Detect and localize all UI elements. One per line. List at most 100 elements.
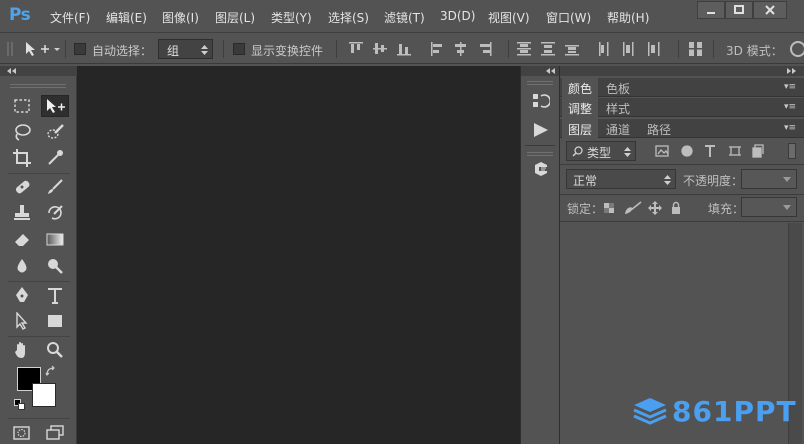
type-tool[interactable] — [44, 284, 66, 306]
path-select-icon — [16, 312, 28, 330]
crop-tool[interactable] — [11, 147, 33, 169]
collapse-arrows-icon[interactable] — [786, 68, 798, 74]
lock-icons[interactable] — [604, 201, 684, 215]
tab-color[interactable]: 颜色 — [562, 78, 599, 97]
path-selection-tool[interactable] — [11, 310, 33, 332]
separator — [678, 40, 679, 58]
blend-mode-dropdown[interactable]: 正常 — [566, 169, 676, 189]
menu-window[interactable]: 窗口(W) — [546, 9, 591, 26]
layer-filter-dropdown[interactable]: 类型 — [566, 141, 636, 161]
separator — [508, 40, 509, 58]
blur-tool[interactable] — [11, 255, 33, 277]
spinner-arrows-icon — [664, 175, 671, 185]
quick-mask-button[interactable] — [11, 422, 33, 444]
menu-filter[interactable]: 滤镜(T) — [384, 9, 425, 26]
eraser-icon — [15, 234, 29, 246]
gradient-tool[interactable] — [44, 228, 66, 250]
menu-view[interactable]: 视图(V) — [488, 9, 530, 26]
panel-menu-icon[interactable]: ▾≡ — [784, 82, 796, 92]
collapse-arrows-icon[interactable] — [545, 68, 557, 74]
screen-mode-icon — [46, 425, 64, 440]
menu-image[interactable]: 图像(I) — [162, 9, 199, 26]
separator — [713, 40, 714, 58]
menu-select[interactable]: 选择(S) — [328, 9, 369, 26]
spinner-arrows-icon — [201, 45, 208, 55]
panel-menu-icon[interactable]: ▾≡ — [784, 102, 796, 112]
panels-header — [560, 66, 804, 76]
close-icon — [765, 5, 775, 15]
distribute-icons-group[interactable] — [517, 41, 677, 57]
blend-mode-value: 正常 — [573, 174, 598, 188]
lasso-tool[interactable] — [11, 121, 33, 143]
rectangle-icon — [48, 315, 62, 327]
tab-swatches[interactable]: 色板 — [600, 78, 636, 97]
menu-bar: Ps 文件(F) 编辑(E) 图像(I) 图层(L) 类型(Y) 选择(S) 滤… — [0, 0, 804, 33]
separator — [65, 40, 66, 58]
zoom-tool[interactable] — [44, 339, 66, 361]
3d-rotate-icon[interactable] — [788, 40, 804, 58]
eraser-tool[interactable] — [11, 228, 33, 250]
layer-filter-value: 类型 — [587, 146, 612, 160]
screen-mode-button[interactable] — [44, 422, 66, 444]
dodge-tool[interactable] — [44, 255, 66, 277]
tab-adjustments[interactable]: 调整 — [562, 98, 599, 117]
marquee-tool[interactable] — [11, 95, 33, 117]
menu-3d[interactable]: 3D(D) — [440, 9, 475, 23]
menu-file[interactable]: 文件(F) — [50, 9, 90, 26]
pen-tool[interactable] — [11, 284, 33, 306]
swap-colors-icon[interactable] — [45, 365, 57, 377]
fill-field[interactable] — [741, 197, 797, 217]
menu-help[interactable]: 帮助(H) — [607, 9, 649, 26]
history-brush-tool[interactable] — [44, 202, 66, 224]
default-colors-icon[interactable] — [14, 399, 26, 411]
align-icons-group[interactable] — [349, 41, 509, 57]
brush-tool[interactable] — [44, 176, 66, 198]
hand-tool[interactable] — [11, 339, 33, 361]
eyedropper-tool[interactable] — [44, 147, 66, 169]
document-canvas-area[interactable] — [77, 66, 520, 444]
opacity-label: 不透明度： — [683, 174, 744, 188]
menu-edit[interactable]: 编辑(E) — [106, 9, 147, 26]
auto-align-icon[interactable] — [688, 41, 704, 57]
watermark-text: 861PPT — [672, 395, 797, 428]
opacity-field[interactable] — [741, 169, 797, 189]
menu-layer[interactable]: 图层(L) — [215, 9, 255, 26]
3d-panel-icon[interactable] — [532, 161, 550, 179]
healing-brush-tool[interactable] — [11, 176, 33, 198]
menu-type[interactable]: 类型(Y) — [271, 9, 312, 26]
tab-styles[interactable]: 样式 — [600, 98, 636, 117]
collapse-arrows-icon[interactable] — [6, 68, 18, 74]
show-transform-checkbox[interactable] — [233, 43, 245, 55]
tab-paths[interactable]: 路径 — [641, 119, 677, 138]
gradient-icon — [46, 233, 64, 246]
close-button[interactable] — [753, 1, 787, 19]
watermark-logo-icon — [633, 398, 667, 425]
tools-panel — [0, 66, 77, 444]
clone-stamp-tool[interactable] — [11, 202, 33, 224]
auto-select-dropdown[interactable]: 组 — [158, 39, 213, 59]
tools-grip — [0, 78, 77, 94]
rectangle-tool[interactable] — [44, 310, 66, 332]
pen-icon — [16, 287, 28, 302]
background-color-swatch[interactable] — [32, 383, 56, 407]
actions-play-icon[interactable] — [532, 121, 550, 139]
brush-icon — [48, 179, 63, 194]
move-tool[interactable] — [41, 95, 69, 117]
spinner-arrows-icon — [624, 147, 631, 157]
layer-filter-icons[interactable] — [655, 143, 775, 159]
search-icon — [572, 146, 583, 157]
dodge-icon — [48, 259, 63, 274]
collapsed-panels-dock — [520, 66, 560, 444]
auto-select-checkbox[interactable] — [74, 43, 86, 55]
move-tool-preset-icon[interactable] — [24, 41, 60, 57]
tab-channels[interactable]: 通道 — [600, 119, 636, 138]
tab-layers[interactable]: 图层 — [562, 119, 599, 138]
history-panel-icon[interactable] — [532, 92, 550, 110]
maximize-button[interactable] — [725, 1, 753, 19]
lasso-icon — [15, 124, 31, 141]
panel-menu-icon[interactable]: ▾≡ — [784, 123, 796, 133]
history-brush-icon — [48, 205, 63, 220]
filter-toggle-switch[interactable] — [788, 143, 796, 159]
quick-select-tool[interactable] — [44, 121, 66, 143]
minimize-button[interactable] — [697, 1, 725, 19]
